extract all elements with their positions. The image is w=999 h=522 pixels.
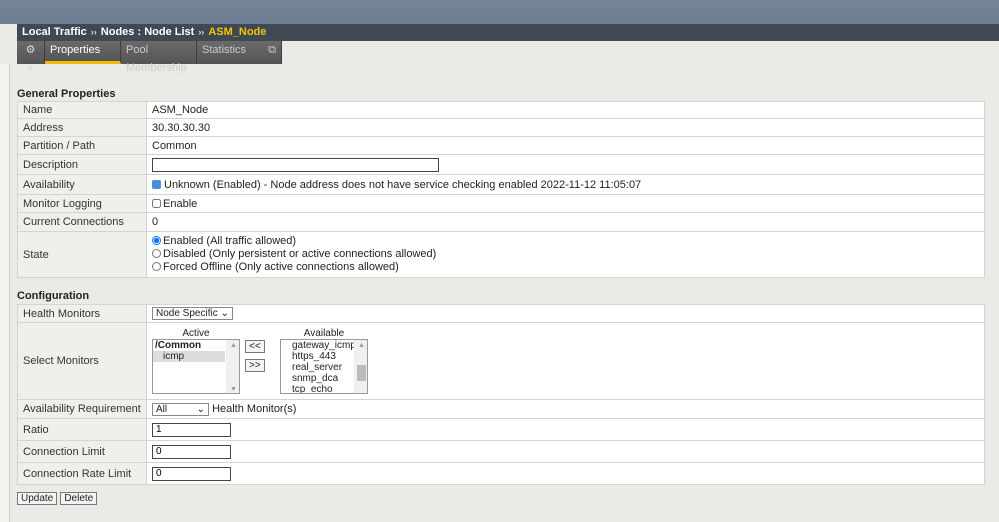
popout-icon[interactable]: ⧉	[268, 41, 276, 64]
breadcrumb: Local Traffic ›› Nodes : Node List ›› ASM_No…	[17, 24, 999, 41]
general-properties-table: Name ASM_Node Address 30.30.30.30 Partitio…	[17, 101, 985, 278]
state-enabled-label: Enabled (All traffic allowed)	[163, 235, 297, 247]
state-disabled-label: Disabled (Only persistent or active conn…	[163, 248, 437, 260]
address-value: 30.30.30.30	[146, 118, 985, 137]
availability-requirement-value: All	[156, 403, 168, 415]
state-offline-radio[interactable]	[152, 262, 161, 271]
move-right-button[interactable]: >>	[245, 359, 265, 372]
active-item[interactable]: icmp	[153, 351, 225, 362]
name-label: Name	[17, 101, 147, 119]
scrollbar[interactable]: ▲ ▼	[226, 340, 239, 393]
description-label: Description	[17, 154, 147, 175]
connection-limit-label: Connection Limit	[17, 440, 147, 463]
tab-statistics-label: Statistics	[202, 44, 247, 56]
configuration-table: Health Monitors Node Specific ⌄ Select Mo…	[17, 304, 985, 485]
connection-limit-input[interactable]	[152, 444, 231, 459]
health-monitors-label: Health Monitors	[17, 304, 147, 323]
partition-label: Partition / Path	[17, 136, 147, 155]
availability-value: Unknown (Enabled) - Node address does no…	[164, 178, 642, 191]
tab-bar: ⚙ ▾ Properties Pool Membership Statistic…	[17, 41, 282, 74]
available-listbox[interactable]: gateway_icmp https_443 real_server snmp_dca…	[280, 339, 368, 394]
select-monitors-label: Select Monitors	[17, 322, 147, 400]
ratio-input[interactable]	[152, 422, 231, 437]
health-monitors-value: Node Specific	[156, 308, 218, 319]
move-left-button[interactable]: <<	[245, 340, 265, 353]
separator: ››	[90, 27, 97, 37]
tab-pool-membership[interactable]: Pool Membership	[121, 41, 197, 74]
address-label: Address	[17, 118, 147, 137]
separator: ››	[198, 27, 205, 37]
sidebar-edge	[0, 64, 10, 522]
top-banner	[0, 0, 999, 24]
breadcrumb-node-list[interactable]: Nodes : Node List	[101, 26, 195, 38]
tab-properties[interactable]: Properties	[45, 41, 121, 64]
partition-value: Common	[146, 136, 985, 155]
connection-rate-limit-input[interactable]	[152, 466, 231, 481]
delete-button[interactable]: Delete	[60, 492, 98, 505]
availability-label: Availability	[17, 174, 147, 195]
ratio-label: Ratio	[17, 418, 147, 441]
monitor-logging-text: Enable	[163, 197, 198, 210]
breadcrumb-current: ASM_Node	[208, 26, 267, 38]
health-monitors-suffix: Health Monitor(s)	[212, 402, 297, 415]
state-label: State	[17, 231, 147, 278]
monitor-logging-label: Monitor Logging	[17, 194, 147, 213]
active-header: Active	[182, 328, 210, 339]
availability-requirement-label: Availability Requirement	[17, 399, 147, 419]
description-input[interactable]	[152, 157, 439, 172]
general-properties-heading: General Properties	[17, 88, 116, 100]
gear-menu-icon[interactable]: ⚙ ▾	[17, 41, 45, 74]
monitor-logging-checkbox[interactable]	[152, 198, 161, 208]
available-header: Available	[303, 328, 345, 339]
state-disabled-radio[interactable]	[152, 249, 161, 258]
connections-value: 0	[146, 212, 985, 232]
availability-requirement-select[interactable]: All ⌄	[152, 402, 209, 416]
update-button[interactable]: Update	[17, 492, 58, 505]
state-offline-label: Forced Offline (Only active connections …	[163, 261, 399, 273]
breadcrumb-local-traffic[interactable]: Local Traffic	[22, 26, 87, 38]
configuration-heading: Configuration	[17, 290, 90, 302]
connections-label: Current Connections	[17, 212, 147, 232]
active-listbox[interactable]: /Common icmp ▲ ▼	[152, 339, 240, 394]
name-value: ASM_Node	[146, 101, 985, 119]
tab-statistics[interactable]: Statistics ⧉	[197, 41, 282, 64]
connection-rate-limit-label: Connection Rate Limit	[17, 462, 147, 485]
status-unknown-icon	[152, 179, 161, 189]
state-enabled-radio[interactable]	[152, 236, 161, 245]
health-monitors-select[interactable]: Node Specific ⌄	[152, 307, 233, 320]
scrollbar[interactable]: ▲	[354, 340, 367, 393]
